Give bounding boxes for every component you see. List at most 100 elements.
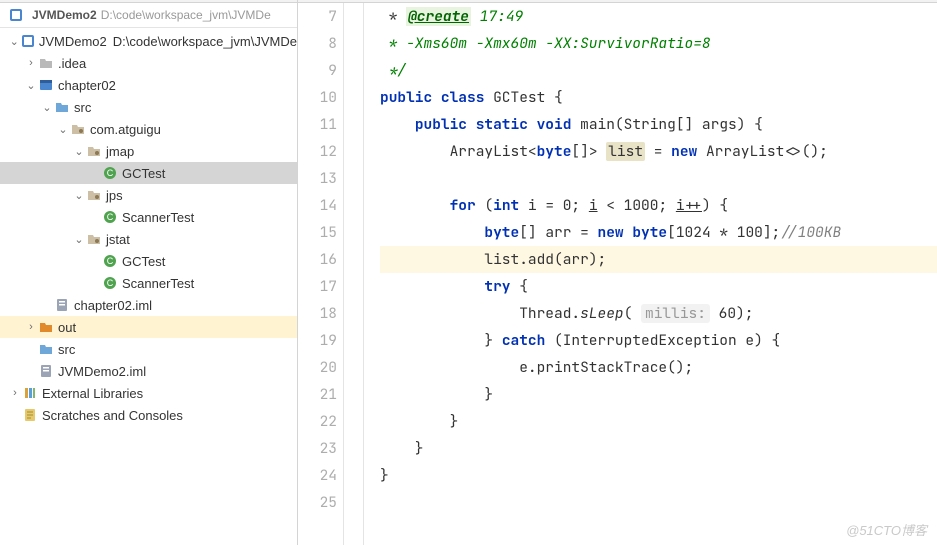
package-jstat[interactable]: ⌄ jstat	[0, 228, 297, 250]
chevron-down-icon[interactable]: ⌄	[72, 145, 86, 158]
folder-src[interactable]: ⌄src	[0, 96, 297, 118]
chevron-down-icon[interactable]: ⌄	[8, 35, 21, 48]
line-number[interactable]: 12	[298, 138, 337, 165]
chevron-right-icon[interactable]: ›	[24, 57, 38, 69]
line-number[interactable]: 20	[298, 354, 337, 381]
tree-label: chapter02.iml	[74, 298, 152, 313]
scratches-consoles[interactable]: ·Scratches and Consoles	[0, 404, 297, 426]
code-line[interactable]: e.printStackTrace();	[380, 354, 937, 381]
project-panel: JVMDemo2 D:\code\workspace_jvm\JVMDe ⌄ JV…	[0, 0, 298, 545]
line-number[interactable]: 16	[298, 246, 337, 273]
line-number[interactable]: 11	[298, 111, 337, 138]
module-chapter02[interactable]: ⌄chapter02	[0, 74, 297, 96]
package-icon	[70, 121, 86, 137]
code-line[interactable]: public class GCTest {	[380, 84, 937, 111]
tree-label: External Libraries	[42, 386, 143, 401]
external-libraries[interactable]: › External Libraries	[0, 382, 297, 404]
code-line[interactable]: byte[] arr = new byte[1024 * 100];//100K…	[380, 219, 937, 246]
code-line[interactable]: public static void main(String[] args) {	[380, 111, 937, 138]
line-number[interactable]: 21	[298, 381, 337, 408]
line-number[interactable]: 8	[298, 30, 337, 57]
chevron-down-icon[interactable]: ⌄	[40, 101, 54, 114]
iml-icon	[54, 297, 70, 313]
code-line[interactable]: }	[380, 408, 937, 435]
class-scannertest-2[interactable]: ·CScannerTest	[0, 272, 297, 294]
line-number[interactable]: 23	[298, 435, 337, 462]
scratch-icon	[22, 407, 38, 423]
tree-label: jmap	[106, 144, 134, 159]
svg-text:C: C	[107, 278, 114, 288]
folder-src-root[interactable]: ·src	[0, 338, 297, 360]
line-number[interactable]: 17	[298, 273, 337, 300]
code-line[interactable]: }	[380, 381, 937, 408]
folder-gray-icon	[38, 55, 54, 71]
line-number[interactable]: 19	[298, 327, 337, 354]
code-line[interactable]: for (int i = 0; i < 1000; i++) {	[380, 192, 937, 219]
module-icon	[8, 7, 24, 23]
class-icon: C	[102, 275, 118, 291]
class-gctest-2[interactable]: ·CGCTest	[0, 250, 297, 272]
class-gctest[interactable]: ·CGCTest	[0, 162, 297, 184]
project-tree[interactable]: ⌄ JVMDemo2 D:\code\workspace_jvm\JVMDe ›.id…	[0, 28, 297, 545]
file-chapter02-iml[interactable]: ·chapter02.iml	[0, 294, 297, 316]
tree-label: GCTest	[122, 254, 165, 269]
code-line[interactable]: Thread.sLeep( millis: 60);	[380, 300, 937, 327]
chevron-right-icon[interactable]: ›	[8, 387, 22, 399]
code-line[interactable]: ArrayList<byte[]> list = new ArrayList<>…	[380, 138, 937, 165]
module-root[interactable]: ⌄ JVMDemo2 D:\code\workspace_jvm\JVMDe	[0, 30, 297, 52]
tree-label: Scratches and Consoles	[42, 408, 183, 423]
folder-orange-icon	[38, 319, 54, 335]
chevron-down-icon[interactable]: ⌄	[72, 189, 86, 202]
line-number[interactable]: 9	[298, 57, 337, 84]
code-line[interactable]: */	[380, 57, 937, 84]
code-line[interactable]: * -Xms60m -Xmx60m -XX:SurvivorRatio=8	[380, 30, 937, 57]
chevron-down-icon[interactable]: ⌄	[72, 233, 86, 246]
package-jmap[interactable]: ⌄ jmap	[0, 140, 297, 162]
svg-text:C: C	[107, 256, 114, 266]
folder-idea[interactable]: ›.idea	[0, 52, 297, 74]
line-number[interactable]: 22	[298, 408, 337, 435]
package-jps[interactable]: ⌄ jps	[0, 184, 297, 206]
code-line[interactable]	[380, 165, 937, 192]
tree-label: com.atguigu	[90, 122, 161, 137]
code-area[interactable]: * @create 17:49 * -Xms60m -Xmx60m -XX:Su…	[364, 3, 937, 545]
line-number[interactable]: 10	[298, 84, 337, 111]
line-number[interactable]: 13	[298, 165, 337, 192]
lib-icon	[22, 385, 38, 401]
line-number[interactable]: 25	[298, 489, 337, 516]
folder-out[interactable]: › out	[0, 316, 297, 338]
class-scannertest[interactable]: ·CScannerTest	[0, 206, 297, 228]
gutter[interactable]: 78910111213141516171819202122232425	[298, 3, 344, 545]
tree-label: jstat	[106, 232, 130, 247]
code-line[interactable]: list.add(arr);	[380, 246, 937, 273]
chevron-down-icon[interactable]: ⌄	[56, 123, 70, 136]
package-icon	[86, 143, 102, 159]
code-line[interactable]: try {	[380, 273, 937, 300]
package-com-atguigu[interactable]: ⌄ com.atguigu	[0, 118, 297, 140]
watermark: @51CTO博客	[846, 520, 927, 539]
project-breadcrumb[interactable]: JVMDemo2 D:\code\workspace_jvm\JVMDe	[0, 3, 297, 28]
code-editor[interactable]: 78910111213141516171819202122232425 * @c…	[298, 3, 937, 545]
folder-src-icon	[38, 341, 54, 357]
code-line[interactable]: * @create 17:49	[380, 3, 937, 30]
line-number[interactable]: 18	[298, 300, 337, 327]
run-column[interactable]	[344, 3, 364, 545]
code-line[interactable]: }	[380, 435, 937, 462]
tree-label: JVMDemo2	[39, 34, 107, 49]
code-line[interactable]: }	[380, 462, 937, 489]
file-jvmdemo2-iml[interactable]: ·JVMDemo2.iml	[0, 360, 297, 382]
tree-label: jps	[106, 188, 123, 203]
tree-label: out	[58, 320, 76, 335]
line-number[interactable]: 15	[298, 219, 337, 246]
chevron-down-icon[interactable]: ⌄	[24, 79, 38, 92]
code-line[interactable]: } catch (InterruptedException e) {	[380, 327, 937, 354]
tree-label: JVMDemo2.iml	[58, 364, 146, 379]
class-icon: C	[102, 209, 118, 225]
code-line[interactable]	[380, 489, 937, 516]
tree-label: GCTest	[122, 166, 165, 181]
line-number[interactable]: 24	[298, 462, 337, 489]
tree-path: D:\code\workspace_jvm\JVMDe	[113, 34, 297, 49]
line-number[interactable]: 14	[298, 192, 337, 219]
line-number[interactable]: 7	[298, 3, 337, 30]
chevron-right-icon[interactable]: ›	[24, 321, 38, 333]
